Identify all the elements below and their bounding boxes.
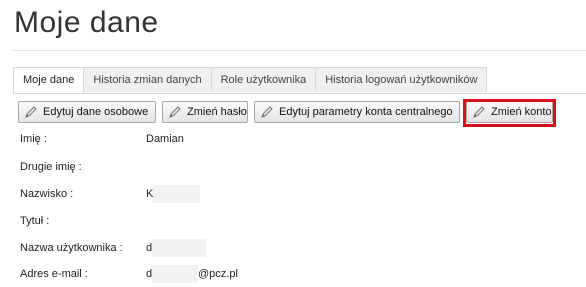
- last-name-value: K: [146, 188, 154, 200]
- pencil-icon: [261, 106, 273, 118]
- change-password-label: Zmień hasło: [187, 106, 247, 118]
- email-label: Adres e-mail :: [20, 268, 88, 280]
- first-name-label: Imię :: [20, 133, 47, 145]
- first-name-value: Damian: [146, 133, 184, 145]
- tab-moje-dane[interactable]: Moje dane: [13, 67, 85, 93]
- change-password-button[interactable]: Zmień hasło: [162, 101, 248, 123]
- username-label: Nazwa użytkownika :: [20, 242, 123, 254]
- change-account-button[interactable]: Zmień konto: [466, 101, 553, 123]
- redacted-area: [152, 239, 206, 257]
- pencil-icon: [169, 106, 181, 118]
- pencil-icon: [25, 106, 37, 118]
- title-divider: [12, 50, 586, 51]
- username-value: d: [146, 242, 153, 254]
- last-name-label: Nazwisko :: [20, 188, 74, 200]
- redacted-area: [152, 185, 200, 203]
- edit-personal-data-button[interactable]: Edytuj dane osobowe: [18, 101, 156, 123]
- tab-role-uzytkownika[interactable]: Role użytkownika: [210, 67, 317, 92]
- change-account-label: Zmień konto: [491, 106, 552, 118]
- edit-personal-data-label: Edytuj dane osobowe: [43, 106, 149, 118]
- email-value: d: [146, 268, 153, 280]
- middle-name-label: Drugie imię :: [20, 161, 82, 173]
- redacted-area: [152, 265, 198, 283]
- tabs-divider: [13, 93, 586, 94]
- pencil-icon: [473, 106, 485, 118]
- email-domain: @pcz.pl: [198, 268, 238, 280]
- tab-historia-zmian-danych[interactable]: Historia zmian danych: [83, 67, 212, 92]
- tab-historia-logowan[interactable]: Historia logowań użytkowników: [315, 67, 488, 92]
- edit-central-account-label: Edytuj parametry konta centralnego: [279, 106, 453, 118]
- title-label: Tytuł :: [20, 215, 50, 227]
- edit-central-account-button[interactable]: Edytuj parametry konta centralnego: [254, 101, 460, 123]
- page-title: Moje dane: [14, 6, 159, 39]
- tab-bar: Moje dane Historia zmian danych Role uży…: [13, 67, 488, 93]
